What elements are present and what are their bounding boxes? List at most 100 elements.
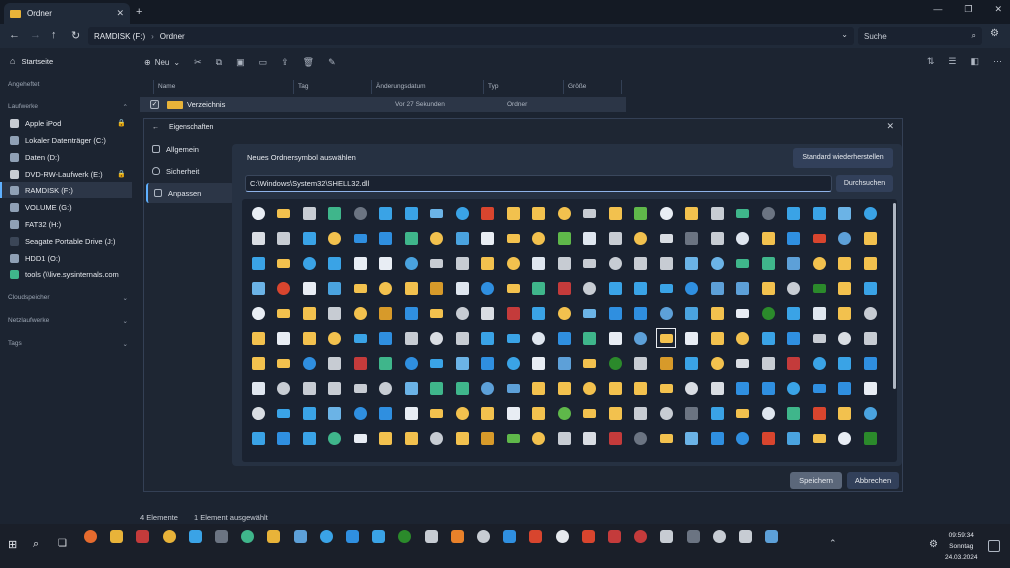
icon-option[interactable] [708, 204, 726, 222]
icon-option[interactable] [377, 429, 395, 447]
icon-option[interactable] [275, 204, 293, 222]
chevron-up-icon[interactable]: ⌃ [829, 538, 837, 549]
icon-option[interactable] [326, 254, 344, 272]
icon-grid[interactable] [242, 199, 897, 462]
taskbar-app-icon[interactable] [581, 530, 595, 543]
icon-option[interactable] [326, 229, 344, 247]
icon-option[interactable] [428, 404, 446, 422]
icon-option[interactable] [377, 329, 395, 347]
icon-option[interactable] [504, 229, 522, 247]
row-checkbox[interactable]: ✓ [150, 100, 159, 109]
icon-option[interactable] [453, 329, 471, 347]
icon-option[interactable] [683, 354, 701, 372]
icon-option[interactable] [734, 204, 752, 222]
icon-option[interactable] [657, 229, 675, 247]
icon-option[interactable] [683, 404, 701, 422]
icon-option[interactable] [861, 254, 879, 272]
up-arrow-icon[interactable]: ↑ [51, 29, 57, 41]
icon-option[interactable] [632, 279, 650, 297]
icon-option[interactable] [555, 329, 573, 347]
icon-option[interactable] [683, 229, 701, 247]
icon-option[interactable] [785, 354, 803, 372]
save-button[interactable]: Speichern [790, 472, 842, 489]
icon-option[interactable] [632, 429, 650, 447]
back-arrow-icon[interactable]: ← [152, 124, 159, 131]
icon-option[interactable] [453, 404, 471, 422]
tab-customize[interactable]: Anpassen [146, 183, 234, 203]
icon-option[interactable] [275, 354, 293, 372]
icon-option[interactable] [606, 404, 624, 422]
section-network[interactable]: Netzlaufwerke ⌄ [8, 317, 128, 325]
icon-option[interactable] [249, 379, 267, 397]
taskbar-app-icon[interactable] [241, 530, 255, 543]
icon-option[interactable] [581, 329, 599, 347]
icon-option[interactable] [504, 204, 522, 222]
icon-option[interactable] [479, 329, 497, 347]
icon-option[interactable] [683, 279, 701, 297]
sort-icon[interactable]: ⇅ [927, 56, 935, 67]
icon-option[interactable] [377, 279, 395, 297]
icon-option[interactable] [326, 404, 344, 422]
icon-option[interactable] [300, 404, 318, 422]
icon-option[interactable] [453, 254, 471, 272]
taskbar-app-icon[interactable] [477, 530, 490, 543]
sidebar-item-drive[interactable]: tools (\\live.sysinternals.com [0, 266, 132, 282]
icon-option[interactable] [428, 204, 446, 222]
icon-option[interactable] [504, 279, 522, 297]
icon-option[interactable] [683, 204, 701, 222]
icon-option[interactable] [759, 354, 777, 372]
taskbar-app-icon[interactable] [712, 530, 726, 543]
taskbar-app-icon[interactable] [634, 530, 648, 543]
icon-option[interactable] [657, 354, 675, 372]
tab-ordner[interactable]: Ordner ✕ [4, 3, 130, 24]
icon-option[interactable] [249, 229, 267, 247]
icon-option[interactable] [785, 429, 803, 447]
taskbar-app-icon[interactable] [608, 530, 621, 543]
icon-option[interactable] [683, 304, 701, 322]
icon-option[interactable] [861, 304, 879, 322]
icon-option[interactable] [785, 404, 803, 422]
icon-option[interactable] [326, 204, 344, 222]
icon-option[interactable] [377, 379, 395, 397]
icon-option[interactable] [606, 279, 624, 297]
icon-option[interactable] [530, 354, 548, 372]
icon-option[interactable] [555, 429, 573, 447]
icon-option[interactable] [402, 379, 420, 397]
icon-option[interactable] [836, 254, 854, 272]
taskbar-app-icon[interactable] [739, 530, 752, 543]
icon-option[interactable] [785, 279, 803, 297]
taskbar-app-icon[interactable] [346, 530, 359, 543]
icon-option[interactable] [734, 304, 752, 322]
icon-option[interactable] [275, 304, 293, 322]
icon-option[interactable] [479, 429, 497, 447]
icon-option[interactable] [402, 404, 420, 422]
task-view-icon[interactable]: ❏ [58, 538, 67, 549]
tab-general[interactable]: Allgemein [146, 139, 234, 159]
icon-option[interactable] [530, 329, 548, 347]
icon-option[interactable] [453, 279, 471, 297]
icon-option[interactable] [479, 204, 497, 222]
icon-option[interactable] [504, 304, 522, 322]
column-type[interactable]: Typ [484, 80, 564, 94]
icon-option[interactable] [708, 404, 726, 422]
icon-option[interactable] [657, 404, 675, 422]
icon-option[interactable] [734, 254, 752, 272]
icon-option[interactable] [759, 404, 777, 422]
taskbar-app-icon[interactable] [188, 530, 202, 543]
sidebar-item-drive[interactable]: VOLUME (G:) [0, 199, 132, 215]
sidebar-item-drive[interactable]: HDD1 (O:) [0, 250, 132, 266]
icon-option[interactable] [861, 429, 879, 447]
icon-option[interactable] [402, 354, 420, 372]
notification-icon[interactable] [988, 540, 1000, 552]
icon-option[interactable] [300, 204, 318, 222]
icon-option[interactable] [453, 204, 471, 222]
icon-option[interactable] [708, 429, 726, 447]
forward-arrow-icon[interactable]: → [30, 29, 41, 41]
icon-option[interactable] [759, 429, 777, 447]
icon-option[interactable] [785, 229, 803, 247]
icon-option[interactable] [656, 328, 676, 348]
icon-option[interactable] [377, 404, 395, 422]
icon-option[interactable] [479, 379, 497, 397]
taskbar-app-icon[interactable] [267, 530, 281, 543]
delete-icon[interactable]: 🗑 [303, 57, 314, 68]
